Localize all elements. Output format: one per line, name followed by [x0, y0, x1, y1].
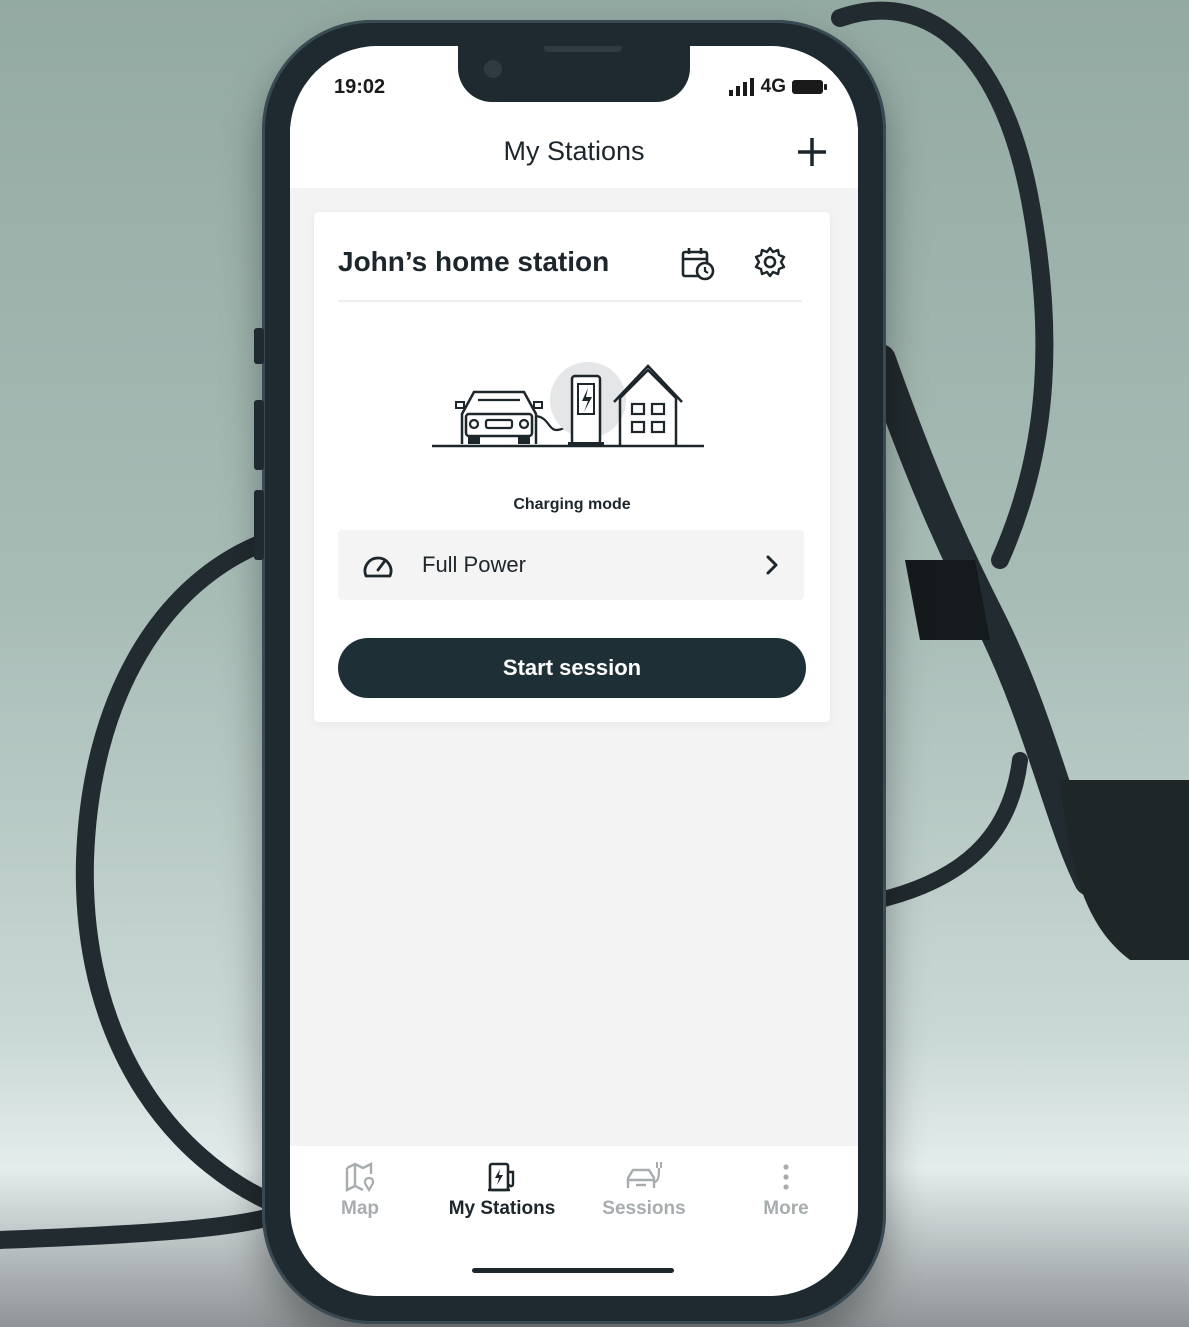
chevron-right-icon: [766, 555, 778, 575]
tab-more[interactable]: More: [716, 1160, 856, 1220]
page-title: My Stations: [503, 136, 645, 166]
tab-map-label: Map: [341, 1198, 379, 1219]
phone-side-button: [254, 400, 264, 470]
battery-icon: [792, 80, 827, 94]
phone-side-button: [254, 490, 264, 560]
tab-sessions-label: Sessions: [602, 1198, 686, 1219]
status-indicators: 4G: [728, 76, 828, 98]
tab-my-stations[interactable]: My Stations: [432, 1160, 572, 1220]
charging-mode-value: Full Power: [422, 552, 526, 577]
tab-map[interactable]: Map: [290, 1160, 430, 1220]
phone-side-button: [254, 328, 264, 364]
card-divider: [338, 300, 802, 302]
phone-notch: [458, 46, 690, 102]
app-header: My Stations: [290, 126, 858, 188]
car-plug-icon: [626, 1162, 662, 1188]
camera: [484, 60, 502, 78]
tab-sessions[interactable]: Sessions: [574, 1160, 714, 1220]
speaker: [544, 46, 622, 52]
station-card: John’s home station Charging mode Full P…: [314, 212, 830, 722]
bottom-tab-bar: Map My Stations Sessions More: [290, 1146, 858, 1296]
car-charging-home-illustration: [432, 362, 704, 448]
charging-mode-selector[interactable]: Full Power: [338, 530, 804, 600]
charging-station-icon: [488, 1162, 515, 1192]
home-indicator[interactable]: [472, 1268, 674, 1273]
tab-my-stations-label: My Stations: [448, 1198, 556, 1219]
phone-screen: 19:02 4G My Stations John’s home station…: [290, 46, 858, 1296]
gear-icon[interactable]: [750, 242, 790, 282]
signal-icon: [728, 78, 754, 96]
network-type: 4G: [760, 76, 786, 97]
speedometer-icon: [363, 556, 393, 578]
map-pin-icon: [345, 1162, 375, 1193]
plus-icon[interactable]: [794, 134, 830, 170]
tab-more-label: More: [763, 1198, 809, 1219]
station-name: John’s home station: [338, 246, 610, 277]
calendar-clock-icon[interactable]: [678, 244, 718, 284]
more-vertical-icon: [783, 1164, 789, 1190]
start-session-button[interactable]: Start session: [338, 638, 806, 698]
charging-mode-label: Charging mode: [513, 496, 631, 513]
status-time: 19:02: [334, 76, 386, 98]
